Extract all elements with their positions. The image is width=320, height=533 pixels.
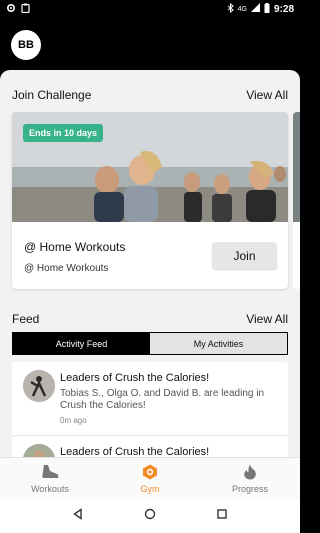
status-time: 9:28 <box>273 3 294 15</box>
nav-item-progress[interactable]: Progress <box>200 458 300 499</box>
flame-icon <box>243 464 257 482</box>
status-left <box>6 3 30 16</box>
list-item[interactable]: Leaders of Crush the Calories! <box>12 436 288 457</box>
feed-item-title: Leaders of Crush the Calories! <box>60 446 210 457</box>
avatar[interactable]: BB <box>11 30 41 60</box>
system-nav-bar <box>0 499 300 533</box>
network-label: 4G <box>237 5 247 13</box>
join-button[interactable]: Join <box>212 242 277 269</box>
next-challenge-image <box>293 112 300 222</box>
signal-icon <box>250 3 260 15</box>
status-bar: 4G 9:28 <box>0 0 300 18</box>
challenge-title: @ Home Workouts <box>24 240 126 254</box>
battery-icon <box>264 2 270 16</box>
list-item[interactable]: Leaders of Crush the Calories! Tobias S.… <box>12 362 288 436</box>
home-icon[interactable] <box>144 507 156 525</box>
feed-thumbnail <box>23 370 55 402</box>
feed-tabs: Activity Feed My Activities <box>12 332 288 355</box>
shoe-icon <box>41 464 59 482</box>
challenge-card[interactable]: Ends in 10 days @ Home Workouts @ Home W… <box>12 112 288 289</box>
back-icon[interactable] <box>72 507 84 525</box>
ends-in-badge: Ends in 10 days <box>23 124 104 142</box>
nav-label-gym: Gym <box>140 483 160 494</box>
next-challenge-card-peek[interactable] <box>293 112 300 289</box>
tab-activity-feed[interactable]: Activity Feed <box>13 333 150 354</box>
view-all-feed-link[interactable]: View All <box>246 312 288 326</box>
nav-item-gym[interactable]: Gym <box>100 458 200 499</box>
feed-item-description: Tobias S., Olga O. and David B. are lead… <box>60 388 265 411</box>
view-all-challenges-link[interactable]: View All <box>246 88 288 102</box>
feed-thumbnail <box>23 444 55 457</box>
challenge-image: Ends in 10 days <box>12 112 288 222</box>
feed-list: Leaders of Crush the Calories! Tobias S.… <box>12 362 288 457</box>
app-header: BB <box>0 18 300 70</box>
nav-item-workouts[interactable]: Workouts <box>0 458 100 499</box>
bluetooth-icon <box>227 2 234 16</box>
section-title-feed: Feed <box>12 312 40 326</box>
main-content: Join Challenge View All Ends in 10 days … <box>0 70 300 457</box>
gym-icon <box>142 464 158 482</box>
nav-label-progress: Progress <box>231 483 268 494</box>
recents-icon[interactable] <box>216 507 228 525</box>
feed-item-title: Leaders of Crush the Calories! <box>60 372 210 384</box>
bottom-nav: Workouts Gym Progress <box>0 457 300 499</box>
feed-item-time: 0m ago <box>60 416 87 425</box>
tab-my-activities[interactable]: My Activities <box>150 333 287 354</box>
status-right: 4G 9:28 <box>227 2 294 16</box>
join-challenge-header: Join Challenge View All <box>12 88 288 102</box>
gear-icon <box>6 3 16 16</box>
clipboard-icon <box>21 3 30 16</box>
feed-header: Feed View All <box>12 312 288 326</box>
nav-label-workouts: Workouts <box>31 483 69 494</box>
section-title-join-challenge: Join Challenge <box>12 88 92 102</box>
challenge-subtitle: @ Home Workouts <box>24 263 109 274</box>
